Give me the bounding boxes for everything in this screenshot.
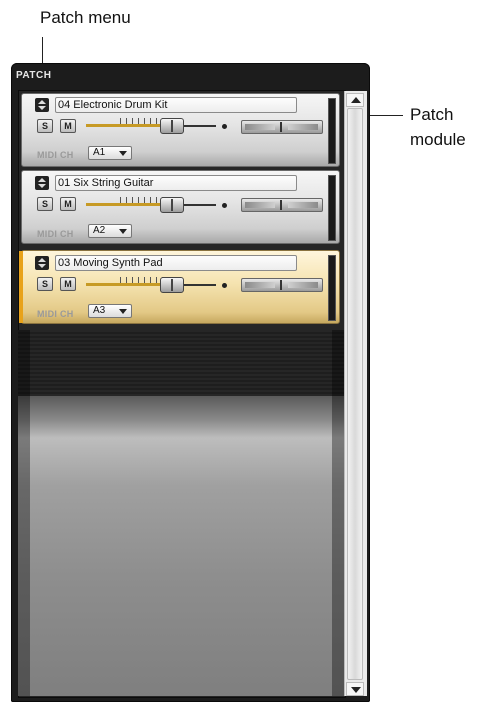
level-meter — [328, 98, 336, 164]
fader-knob[interactable] — [160, 118, 184, 134]
level-meter — [328, 255, 336, 321]
callout-patch-module-1: Patch — [410, 105, 454, 124]
patch-menu-icon[interactable] — [35, 176, 49, 190]
fader-knob[interactable] — [160, 277, 184, 293]
patch-menu-icon[interactable] — [35, 256, 49, 270]
chevron-down-icon — [119, 309, 127, 314]
midi-channel-label: MIDI CH — [37, 309, 74, 319]
pan-slider[interactable] — [241, 198, 323, 212]
triangle-down-icon[interactable] — [346, 682, 364, 696]
solo-button[interactable]: S — [37, 277, 53, 291]
mute-button[interactable]: M — [60, 197, 76, 211]
chevron-down-icon — [119, 151, 127, 156]
volume-fader[interactable] — [86, 197, 216, 213]
triangle-up-icon[interactable] — [346, 93, 364, 107]
callout-patch-menu: Patch menu — [40, 8, 131, 27]
midi-channel-select[interactable]: A1 — [88, 146, 132, 160]
pan-slider[interactable] — [241, 278, 323, 292]
empty-lower-area — [18, 396, 344, 696]
solo-button[interactable]: S — [37, 197, 53, 211]
patch-name[interactable]: 04 Electronic Drum Kit — [55, 97, 297, 113]
midi-channel-value: A1 — [93, 147, 106, 158]
volume-fader[interactable] — [86, 118, 216, 134]
pan-indicator-dot — [222, 283, 227, 288]
midi-channel-value: A3 — [93, 305, 106, 316]
callout-patch-module-2: module — [410, 130, 466, 149]
pan-slider[interactable] — [241, 120, 323, 134]
level-meter — [328, 175, 336, 241]
panel-right-rail — [332, 330, 344, 696]
pan-indicator-dot — [222, 203, 227, 208]
scroll-thumb[interactable] — [347, 108, 363, 680]
midi-channel-label: MIDI CH — [37, 229, 74, 239]
mute-button[interactable]: M — [60, 277, 76, 291]
mute-button[interactable]: M — [60, 119, 76, 133]
midi-channel-value: A2 — [93, 225, 106, 236]
solo-button[interactable]: S — [37, 119, 53, 133]
empty-list-area — [18, 330, 344, 396]
patch-name[interactable]: 01 Six String Guitar — [55, 175, 297, 191]
selection-indicator — [19, 251, 23, 323]
midi-channel-label: MIDI CH — [37, 150, 74, 160]
midi-channel-select[interactable]: A3 — [88, 304, 132, 318]
pan-indicator-dot — [222, 124, 227, 129]
patch-name[interactable]: 03 Moving Synth Pad — [55, 255, 297, 271]
panel-left-rail — [18, 330, 30, 696]
chevron-down-icon — [119, 229, 127, 234]
patch-menu-icon[interactable] — [35, 98, 49, 112]
volume-fader[interactable] — [86, 277, 216, 293]
midi-channel-select[interactable]: A2 — [88, 224, 132, 238]
fader-knob[interactable] — [160, 197, 184, 213]
panel-title: PATCH — [16, 70, 52, 81]
